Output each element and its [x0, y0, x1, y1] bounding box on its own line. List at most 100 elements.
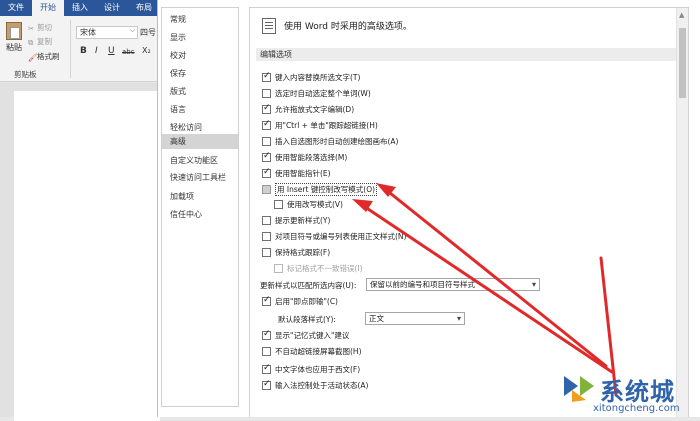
- option-label: 输入法控制处于活动状态(A): [275, 381, 369, 390]
- option-prompt-update-style[interactable]: 提示更新样式(Y): [262, 215, 330, 226]
- nav-display[interactable]: 显示: [162, 30, 238, 45]
- checkbox[interactable]: [262, 295, 271, 306]
- numbering-style-label: 更新样式以匹配所选内容(U):: [260, 281, 357, 290]
- option-mark-formatting-inconsistencies: 标记格式不一致错误(I): [274, 263, 363, 274]
- option-label: 允许拖放式文字编辑(D): [275, 105, 355, 114]
- bold-button[interactable]: B: [80, 46, 87, 56]
- option-label: 启用"即点即输"(C): [275, 297, 338, 306]
- tab-home[interactable]: 开始: [32, 0, 64, 16]
- clipboard-group-label: 剪贴板: [14, 70, 37, 79]
- nav-proofing[interactable]: 校对: [162, 48, 238, 63]
- option-label: 标记格式不一致错误(I): [287, 264, 363, 273]
- scroll-up-icon[interactable]: ▲: [679, 11, 684, 19]
- clipboard-icon: [6, 22, 22, 40]
- option-overtype-mode[interactable]: 使用改写模式(V): [274, 199, 343, 210]
- tab-file[interactable]: 文件: [0, 0, 32, 16]
- option-chinese-font-western[interactable]: 中文字体也应用于西文(F): [262, 363, 361, 375]
- checkbox[interactable]: [262, 119, 271, 130]
- section-editing-options: 编辑选项: [256, 48, 676, 61]
- format-painter-button[interactable]: 🖌 格式刷: [28, 51, 60, 62]
- option-label: 插入自选图形时自动创建绘图画布(A): [275, 137, 399, 146]
- font-size-select[interactable]: 四号: [140, 26, 158, 39]
- underline-button[interactable]: U: [108, 46, 115, 56]
- strikethrough-button[interactable]: abc: [122, 48, 135, 56]
- numbering-style-row: 更新样式以匹配所选内容(U):: [260, 280, 356, 291]
- watermark-brand: 系统城: [600, 378, 675, 406]
- checkbox[interactable]: [262, 329, 271, 340]
- option-label: 选定时自动选定整个单词(W): [275, 89, 371, 98]
- format-painter-label: 格式刷: [37, 52, 60, 61]
- option-label: 显示"记忆式键入"建议: [275, 331, 350, 340]
- option-click-and-type[interactable]: 启用"即点即输"(C): [262, 295, 338, 307]
- option-label: 保持格式跟踪(F): [275, 248, 331, 257]
- option-label: 使用改写模式(V): [287, 200, 343, 209]
- nav-accessibility[interactable]: 轻松访问: [162, 120, 238, 135]
- option-label: 提示更新样式(Y): [275, 216, 331, 225]
- scroll-thumb[interactable]: [679, 28, 686, 98]
- cut-button[interactable]: ✂ 剪切: [28, 22, 52, 33]
- default-paragraph-style-row: 默认段落样式(Y):: [278, 314, 336, 325]
- option-smart-paragraph-selection[interactable]: 使用智能段落选择(M): [262, 151, 348, 163]
- checkbox[interactable]: [262, 151, 271, 162]
- cut-label: 剪切: [37, 23, 52, 32]
- tab-insert[interactable]: 插入: [64, 0, 96, 16]
- option-typing-replaces-selection[interactable]: 键入内容替换所选文字(T): [262, 71, 360, 83]
- option-ctrl-click-hyperlink[interactable]: 用"Ctrl + 单击"跟踪超链接(H): [262, 119, 378, 131]
- nav-save[interactable]: 保存: [162, 66, 238, 81]
- copy-button[interactable]: ⧉ 复制: [28, 36, 52, 47]
- nav-general[interactable]: 常规: [162, 12, 238, 27]
- word-options-dialog: 常规 显示 校对 保存 版式 语言 轻松访问 高级 自定义功能区 快速访问工具栏…: [157, 0, 700, 417]
- default-paragraph-style-select[interactable]: 正文: [365, 312, 465, 325]
- checkbox[interactable]: [262, 103, 271, 114]
- document-page[interactable]: [14, 91, 160, 421]
- watermark-url: xitongcheng.com: [593, 403, 680, 414]
- checkbox[interactable]: [262, 216, 271, 225]
- nav-add-ins[interactable]: 加载项: [162, 189, 238, 204]
- checkbox[interactable]: [262, 347, 271, 356]
- checkbox: [274, 264, 283, 273]
- advanced-options-panel: 使用 Word 时采用的高级选项。 编辑选项 键入内容替换所选文字(T) 选定时…: [249, 7, 689, 417]
- checkbox[interactable]: [262, 89, 271, 98]
- checkbox[interactable]: [262, 167, 271, 178]
- italic-button[interactable]: I: [95, 46, 98, 56]
- option-auto-select-word[interactable]: 选定时自动选定整个单词(W): [262, 88, 371, 99]
- paste-button[interactable]: 粘贴: [3, 22, 25, 53]
- option-label: 不自动超链接屏幕截图(H): [275, 347, 362, 356]
- nav-typography[interactable]: 版式: [162, 84, 238, 99]
- option-label: 用"Ctrl + 单击"跟踪超链接(H): [275, 121, 378, 130]
- checkbox[interactable]: [262, 363, 271, 374]
- option-ime-control-active[interactable]: 输入法控制处于活动状态(A): [262, 379, 369, 391]
- font-name-select[interactable]: 宋体: [76, 25, 138, 39]
- brush-icon: 🖌: [28, 53, 38, 62]
- option-no-auto-hyperlink-screenshot[interactable]: 不自动超链接屏幕截图(H): [262, 346, 362, 357]
- option-autocomplete-suggestions[interactable]: 显示"记忆式键入"建议: [262, 329, 350, 341]
- checkbox[interactable]: [262, 248, 271, 257]
- option-smart-cursoring[interactable]: 使用智能指针(E): [262, 167, 331, 179]
- checkbox[interactable]: [262, 71, 271, 82]
- nav-trust-center[interactable]: 信任中心: [162, 207, 238, 222]
- document-area: [0, 83, 160, 421]
- nav-customize-ribbon[interactable]: 自定义功能区: [162, 153, 238, 168]
- option-label: 使用智能段落选择(M): [275, 153, 348, 162]
- nav-advanced[interactable]: 高级: [162, 134, 238, 149]
- option-normal-style-for-lists[interactable]: 对项目符号或编号列表使用正文样式(N): [262, 231, 406, 242]
- option-label: 中文字体也应用于西文(F): [275, 365, 361, 374]
- checkbox[interactable]: [262, 185, 271, 194]
- copy-icon: ⧉: [28, 38, 34, 47]
- option-drag-drop-editing[interactable]: 允许拖放式文字编辑(D): [262, 103, 355, 115]
- option-insert-key-overtype[interactable]: 用 Insert 键控制改写模式(O): [262, 183, 378, 196]
- nav-quick-access-toolbar[interactable]: 快速访问工具栏: [162, 170, 238, 185]
- option-keep-track-formatting[interactable]: 保持格式跟踪(F): [262, 247, 330, 258]
- checkbox[interactable]: [262, 379, 271, 390]
- checkbox[interactable]: [262, 232, 271, 241]
- scissors-icon: ✂: [28, 24, 35, 33]
- numbering-style-select[interactable]: 保留以前的编号和项目符号样式: [366, 278, 540, 291]
- nav-language[interactable]: 语言: [162, 102, 238, 117]
- checkbox[interactable]: [274, 200, 283, 209]
- subscript-button[interactable]: X₂: [142, 46, 151, 55]
- checkbox[interactable]: [262, 137, 271, 146]
- option-auto-drawing-canvas[interactable]: 插入自选图形时自动创建绘图画布(A): [262, 136, 398, 147]
- tab-design[interactable]: 设计: [96, 0, 128, 16]
- tab-layout[interactable]: 布局: [128, 0, 160, 16]
- options-scrollbar[interactable]: ▲: [676, 8, 688, 417]
